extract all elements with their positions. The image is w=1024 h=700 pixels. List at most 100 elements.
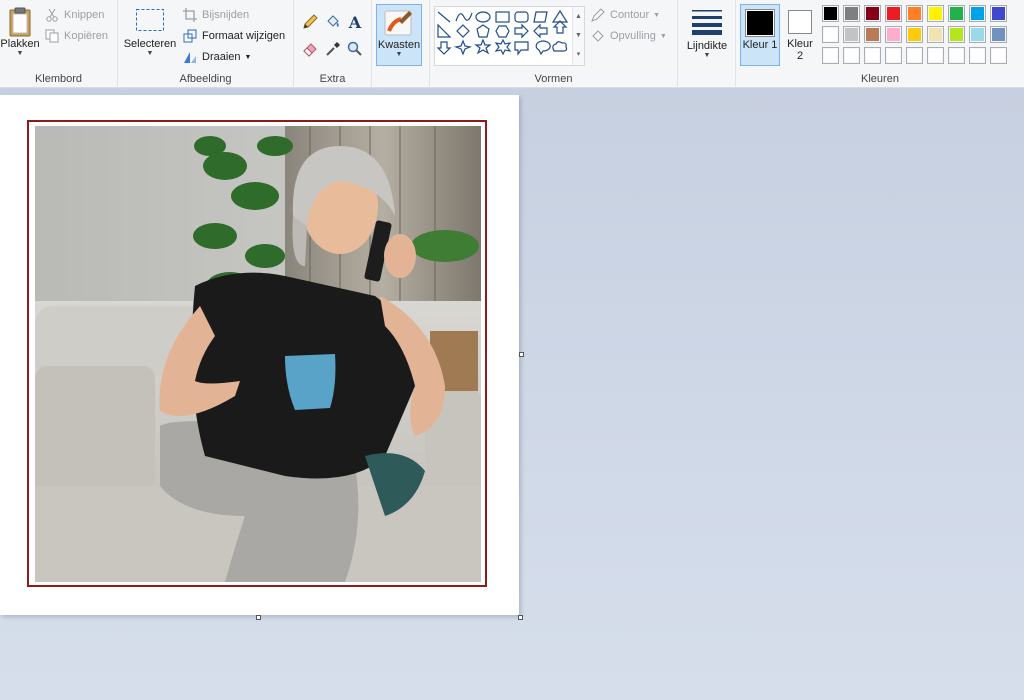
resize-handle-corner[interactable]: [518, 615, 523, 620]
copy-label: Kopiëren: [64, 30, 109, 42]
copy-button[interactable]: Kopiëren: [44, 28, 108, 44]
text-icon[interactable]: A: [346, 12, 364, 32]
palette-swatch-fill: [845, 7, 858, 20]
resize-button[interactable]: Formaat wijzigen: [182, 28, 285, 44]
color1-button[interactable]: Kleur 1: [740, 4, 780, 66]
palette-swatch[interactable]: [948, 5, 965, 22]
eraser-icon[interactable]: [301, 40, 319, 58]
palette-swatch[interactable]: [885, 5, 902, 22]
magnifier-icon[interactable]: [346, 40, 364, 58]
palette-swatch[interactable]: [990, 47, 1007, 64]
palette-swatch[interactable]: [927, 26, 944, 43]
clipboard-group-label: Klembord: [34, 73, 83, 85]
palette-swatch[interactable]: [906, 26, 923, 43]
palette-swatch[interactable]: [906, 5, 923, 22]
brush-icon: [383, 7, 415, 39]
outline-label: Contour: [610, 9, 650, 21]
text-tool-glyph: A: [348, 12, 362, 32]
fill-button[interactable]: Opvulling ▼: [590, 28, 667, 44]
palette-swatch-fill: [908, 49, 921, 62]
select-label: Selecteren: [123, 38, 177, 50]
image-group-label: Afbeelding: [179, 73, 232, 85]
color1-label: Kleur 1: [742, 39, 778, 51]
shapes-scrollbar[interactable]: ▲ ▼ ▾: [572, 7, 584, 65]
palette-swatch[interactable]: [885, 26, 902, 43]
clipboard-icon: [7, 6, 33, 38]
color1-swatch: [745, 9, 775, 37]
palette-swatch[interactable]: [969, 47, 986, 64]
palette-swatch-fill: [992, 7, 1005, 20]
ribbon: Plakken ▼ Knippen Kopiëren Klembord Sele…: [0, 0, 1024, 88]
palette-swatch-fill: [950, 7, 963, 20]
paste-button[interactable]: Plakken ▼: [0, 6, 40, 58]
outline-button[interactable]: Contour ▼: [590, 7, 660, 23]
palette-swatch[interactable]: [864, 47, 881, 64]
size-button[interactable]: Lijndikte ▼: [682, 6, 732, 60]
palette-swatch-fill: [950, 28, 963, 41]
resize-handle-right[interactable]: [519, 352, 524, 357]
cut-label: Knippen: [64, 9, 105, 21]
group-colors: Kleur 1 Kleur 2 Kleuren: [736, 0, 1024, 88]
brushes-button[interactable]: Kwasten ▼: [376, 4, 422, 66]
chevron-down-icon: ▼: [146, 50, 154, 57]
palette-swatch-fill: [866, 7, 879, 20]
palette-swatch[interactable]: [822, 26, 839, 43]
workspace[interactable]: [0, 89, 1024, 700]
scroll-down-icon[interactable]: ▼: [573, 26, 584, 45]
palette-swatch-fill: [866, 28, 879, 41]
palette-swatch[interactable]: [843, 47, 860, 64]
color-picker-icon[interactable]: [324, 40, 342, 58]
palette-swatch[interactable]: [822, 47, 839, 64]
pencil-icon[interactable]: [301, 13, 319, 31]
colors-group-label: Kleuren: [861, 73, 899, 85]
palette-swatch-fill: [887, 28, 900, 41]
group-clipboard: Plakken ▼ Knippen Kopiëren Klembord: [0, 0, 118, 88]
color2-label: Kleur 2: [787, 38, 813, 62]
palette-swatch-fill: [824, 7, 837, 20]
palette-swatch[interactable]: [885, 47, 902, 64]
fill-bucket-icon[interactable]: [324, 13, 342, 31]
palette-swatch[interactable]: [990, 26, 1007, 43]
group-tools: A Extra: [294, 0, 372, 88]
palette-swatch[interactable]: [906, 47, 923, 64]
palette-swatch[interactable]: [843, 26, 860, 43]
fill-label: Opvulling: [610, 30, 656, 42]
palette-swatch[interactable]: [927, 5, 944, 22]
scroll-up-icon[interactable]: ▲: [573, 7, 584, 26]
palette-swatch[interactable]: [864, 26, 881, 43]
palette-swatch-fill: [824, 28, 837, 41]
palette-swatch-fill: [992, 28, 1005, 41]
resize-label: Formaat wijzigen: [202, 30, 286, 42]
chevron-down-icon: ▼: [659, 32, 667, 40]
select-rectangle-icon: [135, 6, 165, 34]
palette-swatch[interactable]: [864, 5, 881, 22]
color2-button[interactable]: Kleur 2: [783, 4, 817, 66]
palette-swatch-fill: [845, 28, 858, 41]
color1-fill: [747, 11, 773, 35]
cut-button[interactable]: Knippen: [44, 7, 104, 23]
palette-swatch[interactable]: [969, 5, 986, 22]
canvas[interactable]: [0, 95, 524, 620]
palette-swatch-fill: [887, 7, 900, 20]
scissors-icon: [44, 7, 60, 23]
palette-swatch[interactable]: [969, 26, 986, 43]
resize-handle-bottom[interactable]: [256, 615, 261, 620]
color2-swatch: [788, 10, 812, 34]
expand-gallery-icon[interactable]: ▾: [573, 45, 584, 64]
group-image: Selecteren ▼ Bijsnijden Formaat wijzigen…: [118, 0, 294, 88]
select-button[interactable]: Selecteren ▼: [122, 6, 178, 58]
palette-swatch-fill: [845, 49, 858, 62]
palette-swatch[interactable]: [948, 26, 965, 43]
palette-swatch[interactable]: [948, 47, 965, 64]
crop-button[interactable]: Bijsnijden: [182, 7, 249, 23]
palette-swatch-fill: [929, 7, 942, 20]
chevron-down-icon: ▼: [244, 53, 252, 61]
copy-icon: [44, 28, 60, 44]
brushes-label: Kwasten: [377, 39, 421, 51]
palette-swatch[interactable]: [843, 5, 860, 22]
palette-swatch[interactable]: [990, 5, 1007, 22]
palette-swatch[interactable]: [822, 5, 839, 22]
palette-swatch[interactable]: [927, 47, 944, 64]
rotate-button[interactable]: Draaien ▼: [182, 49, 251, 65]
palette-swatch-fill: [824, 49, 837, 62]
